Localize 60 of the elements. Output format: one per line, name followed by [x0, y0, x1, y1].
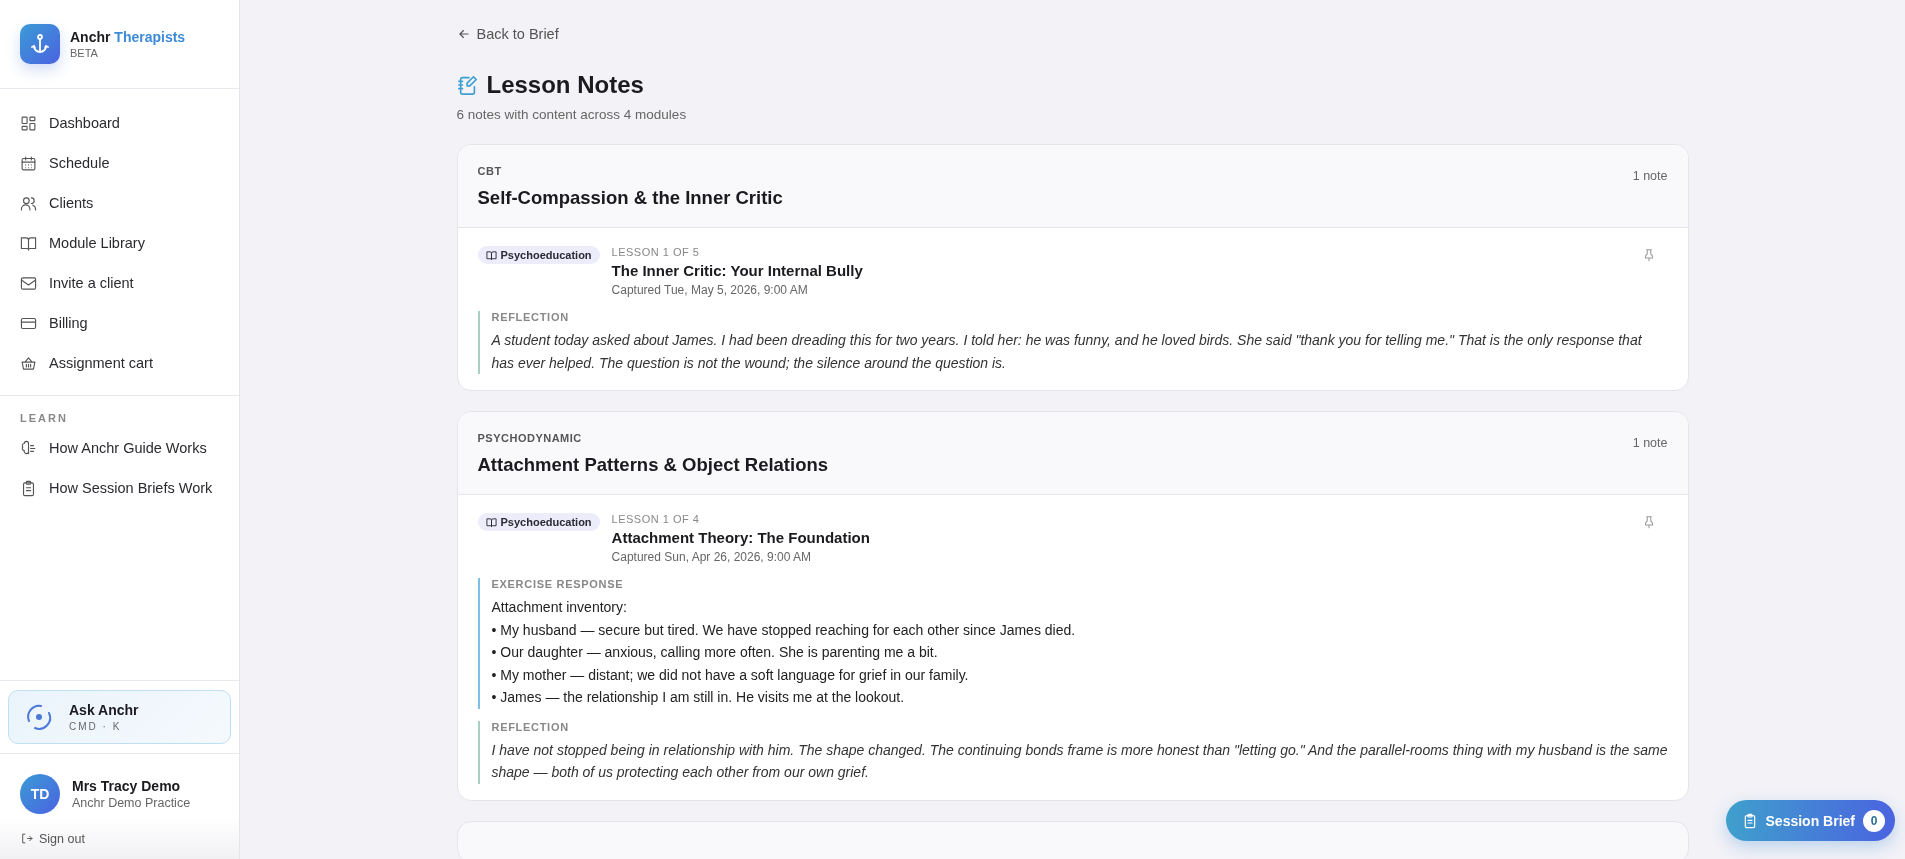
nav-item[interactable]: How Session Briefs Work: [0, 468, 239, 508]
back-link[interactable]: Back to Brief: [456, 26, 559, 42]
response-line: • My husband — secure but tired. We have stopped reaching for each other since James died.: [491, 620, 1077, 640]
avatar: TD: [20, 773, 60, 814]
lesson-number: LESSON 1 OF 5: [611, 246, 701, 258]
response-line: • My mother — distant; we did not have a soft language for grief in our family.: [491, 665, 970, 685]
response-line: • Our daughter — anxious, calling more often. She is parenting me a bit.: [491, 643, 939, 662]
section-heading: LEARN: [19, 412, 69, 426]
user-name: Mrs Tracy Demo: [72, 777, 182, 794]
module-category: PSYCHODYNAMIC: [477, 432, 583, 444]
reflection-text: I have not stopped being in relationship with him. The shape changed. The continuing bonds frame is more honest than "letting go." And the parallel-rooms thing with my husband is the same shape — both of us protecting each other from our own grief.: [491, 740, 1668, 782]
module-title: Attachment Patterns & Object Relations: [477, 454, 829, 476]
users-icon: [20, 194, 37, 212]
beta-label: BETA: [70, 47, 99, 59]
practice-name: Anchr Demo Practice: [72, 795, 191, 810]
count-badge: 0: [1863, 809, 1885, 832]
response-line: Attachment inventory:: [491, 598, 628, 617]
page-subtitle: 6 notes with content across 4 modules: [456, 107, 688, 122]
session-brief-button[interactable]: Session Brief 0: [1725, 800, 1895, 841]
nav-item[interactable]: How Anchr Guide Works: [0, 428, 239, 468]
module-category: CBT: [477, 165, 503, 177]
brand-name: Anchr Therapists: [70, 29, 186, 45]
lesson-title: Attachment Theory: The Foundation: [611, 529, 871, 546]
nav-item[interactable]: Billing: [0, 303, 239, 343]
clipboard-icon: [20, 479, 37, 497]
nav-item[interactable]: Clients: [0, 183, 239, 223]
mail-icon: [20, 274, 37, 292]
ask-assistant-button[interactable]: Ask Anchr CMD · K: [8, 689, 231, 744]
section-label: EXERCISE RESPONSE: [491, 578, 625, 590]
note-count: 1 note: [1632, 168, 1668, 185]
notebook-icon: [456, 74, 479, 96]
basket-icon: [20, 354, 37, 372]
section-label: REFLECTION: [491, 720, 570, 733]
anchor-logo: [20, 24, 60, 64]
book-icon: [485, 516, 497, 528]
category-tag: Psychoeducation: [477, 246, 600, 264]
captured-date: Captured Sun, Apr 26, 2026, 9:00 AM: [611, 550, 813, 564]
reflection-text: A student today asked about James. I had been dreading this for two years. I told her: he was funny, and he loved birds. She said "thank you for telling me." That is the only response that has ever helped. The question is not the wound; the silence around the question is.: [491, 331, 1643, 373]
page-title: Lesson Notes: [486, 71, 644, 99]
nav-item[interactable]: Module Library: [0, 223, 239, 263]
lesson-title: The Inner Critic: Your Internal Bully: [611, 262, 864, 279]
nav-item[interactable]: Assignment cart: [0, 343, 239, 383]
brain-icon: [20, 439, 37, 457]
nav-item[interactable]: Invite a client: [0, 263, 239, 303]
lesson-number: LESSON 1 OF 4: [611, 513, 701, 525]
note-count: 1 note: [1632, 435, 1668, 452]
section-label: REFLECTION: [491, 311, 570, 323]
sign-out-link[interactable]: Sign out: [20, 831, 85, 846]
calendar-icon: [20, 154, 37, 172]
book-icon: [20, 234, 37, 252]
module-title: Self-Compassion & the Inner Critic: [477, 187, 783, 209]
captured-date: Captured Tue, May 5, 2026, 9:00 AM: [611, 283, 809, 297]
arrow-left-icon: [456, 27, 471, 41]
book-icon: [485, 249, 497, 261]
response-line: • James — the relationship I am still in. He visits me at the lookout.: [491, 688, 906, 707]
grid-icon: [20, 114, 37, 132]
nav-item[interactable]: Schedule: [0, 143, 239, 183]
sign-out-icon: [20, 832, 33, 845]
nav-item[interactable]: Dashboard: [0, 103, 239, 143]
category-tag: Psychoeducation: [477, 513, 600, 531]
